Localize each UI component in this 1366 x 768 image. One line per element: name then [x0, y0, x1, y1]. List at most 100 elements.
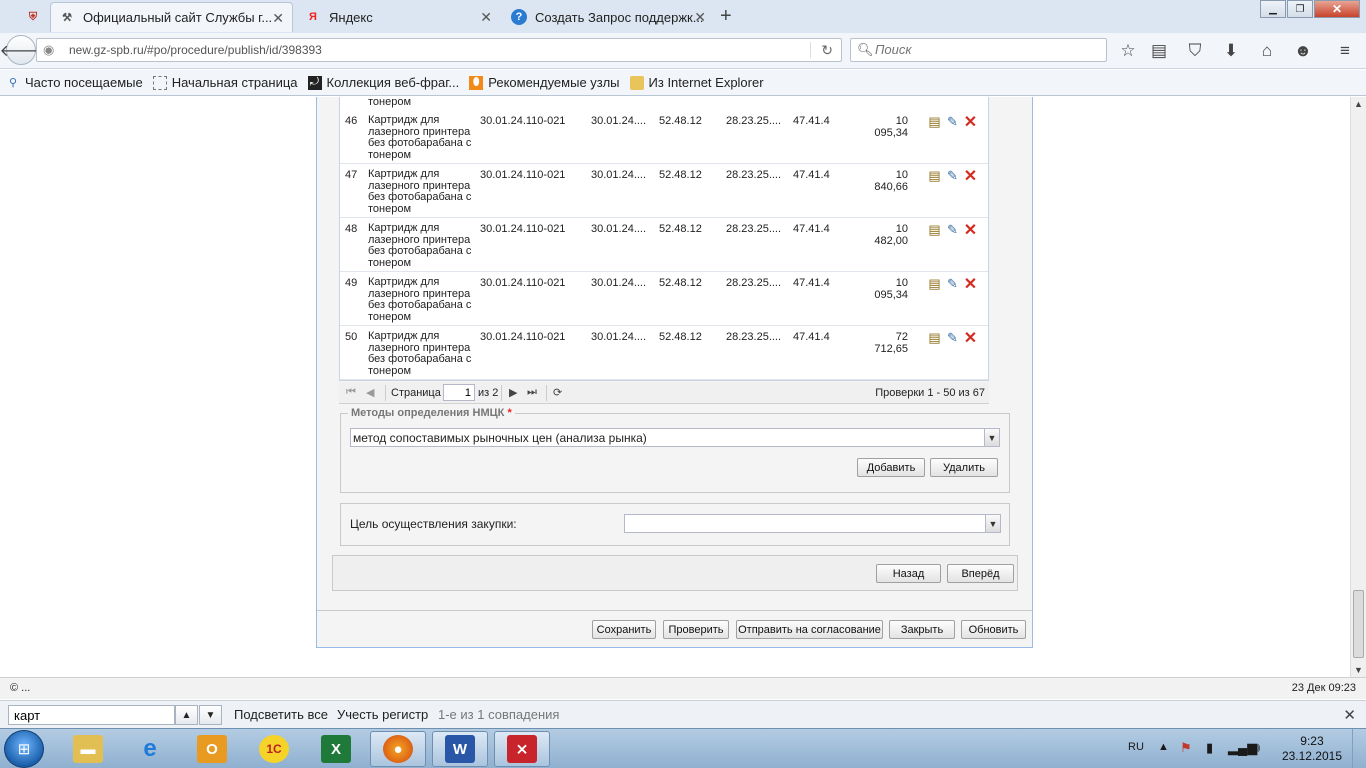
- close-find-icon[interactable]: ✕: [1343, 706, 1356, 724]
- download-icon[interactable]: ⬇: [1219, 39, 1243, 63]
- save-button[interactable]: Сохранить: [592, 620, 656, 639]
- add-method-button[interactable]: Добавить: [857, 458, 925, 477]
- minimize-icon[interactable]: ▁: [1260, 0, 1286, 18]
- next-step-button[interactable]: Вперёд: [947, 564, 1014, 583]
- close-tab-icon[interactable]: ✕: [694, 9, 706, 26]
- lots-grid: тонером 46 Картридж для лазерного принтер…: [339, 97, 989, 381]
- onec-app[interactable]: 1C: [246, 731, 302, 767]
- excel-app[interactable]: X: [308, 731, 364, 767]
- page-scrollbar[interactable]: ▲ ▼: [1350, 97, 1366, 677]
- match-case-toggle[interactable]: Учесть регистр: [337, 707, 428, 722]
- new-tab-button[interactable]: +: [720, 5, 732, 28]
- refresh-icon[interactable]: ⟳: [553, 386, 562, 399]
- close-tab-icon[interactable]: ✕: [480, 9, 492, 26]
- details-icon[interactable]: ▤: [926, 276, 943, 291]
- taskbar-clock[interactable]: 9:23 23.12.2015: [1282, 734, 1342, 764]
- maximize-icon[interactable]: ❐: [1287, 0, 1313, 18]
- firefox-app[interactable]: ●: [370, 731, 426, 767]
- edit-icon[interactable]: ✎: [944, 276, 961, 291]
- ie-app[interactable]: e: [122, 731, 178, 767]
- table-row[interactable]: 48 Картридж для лазерного принтера без фо…: [340, 218, 988, 272]
- edit-icon[interactable]: ✎: [944, 222, 961, 237]
- highlight-all-toggle[interactable]: Подсветить все: [234, 707, 328, 722]
- details-icon[interactable]: ▤: [926, 168, 943, 183]
- table-row[interactable]: 47 Картридж для лазерного принтера без фо…: [340, 164, 988, 218]
- delete-icon[interactable]: ✕: [962, 330, 979, 347]
- reload-icon[interactable]: ↻: [821, 42, 833, 59]
- refresh-button[interactable]: Обновить: [961, 620, 1026, 639]
- scroll-down-icon[interactable]: ▼: [1354, 665, 1363, 675]
- nmck-method-select[interactable]: метод сопоставимых рыночных цен (анализа…: [350, 428, 1000, 447]
- back-button[interactable]: 🡐: [0, 35, 42, 65]
- bookmark-ie-folder[interactable]: Из Internet Explorer: [629, 75, 764, 90]
- menu-icon[interactable]: ≡: [1333, 39, 1357, 63]
- okpd2-code: 30.01.24....: [591, 223, 647, 235]
- tab-support[interactable]: ? Создать Запрос поддержк... ✕: [503, 2, 714, 32]
- bookmark-web-slices[interactable]: ⤾ Коллекция веб-фраг...: [307, 75, 459, 90]
- scroll-up-icon[interactable]: ▲: [1354, 99, 1363, 109]
- tray-expand-icon[interactable]: ▲: [1158, 741, 1169, 753]
- tab-yandex[interactable]: Я Яндекс ✕: [297, 2, 500, 32]
- search-input[interactable]: [875, 42, 1095, 57]
- table-row[interactable]: 46 Картридж для лазерного принтера без фо…: [340, 110, 988, 164]
- star-icon[interactable]: ☆: [1116, 39, 1140, 63]
- tab-gz-spb[interactable]: ⚒ Официальный сайт Службы г... ✕: [50, 2, 293, 32]
- page-content: тонером 46 Картридж для лазерного принтер…: [0, 97, 1350, 677]
- delete-icon[interactable]: ✕: [962, 276, 979, 293]
- edit-icon[interactable]: ✎: [944, 330, 961, 345]
- scroll-thumb[interactable]: [1353, 590, 1364, 658]
- purpose-select[interactable]: ▼: [624, 514, 1001, 533]
- item-name: Картридж для лазерного принтера без фото…: [368, 114, 472, 161]
- details-icon[interactable]: ▤: [926, 222, 943, 237]
- find-previous-button[interactable]: ▲: [175, 705, 198, 725]
- details-icon[interactable]: ▤: [926, 330, 943, 345]
- chevron-down-icon[interactable]: ▼: [985, 515, 1000, 532]
- check-button[interactable]: Проверить: [663, 620, 729, 639]
- bookmark-most-visited[interactable]: ⚲ Часто посещаемые: [6, 75, 143, 90]
- prev-page-icon[interactable]: ◀: [366, 386, 374, 399]
- bookmark-suggested[interactable]: ⬮ Рекомендуемые узлы: [469, 75, 620, 90]
- search-box[interactable]: 🔍︎: [850, 38, 1107, 62]
- send-for-approval-button[interactable]: Отправить на согласование: [736, 620, 883, 639]
- yandex-icon: Я: [309, 11, 317, 23]
- edit-icon[interactable]: ✎: [944, 168, 961, 183]
- volume-icon[interactable]: 🔊︎: [1252, 740, 1260, 756]
- close-button[interactable]: Закрыть: [889, 620, 955, 639]
- battery-icon[interactable]: ▮: [1206, 740, 1213, 756]
- action-center-icon[interactable]: ⚑: [1180, 740, 1192, 756]
- chevron-down-icon[interactable]: ▼: [984, 429, 999, 446]
- folder-icon: ▬: [73, 735, 103, 763]
- first-page-icon[interactable]: ⏮: [346, 386, 356, 399]
- okved2-code: 47.41.4: [793, 169, 830, 181]
- delete-icon[interactable]: ✕: [962, 222, 979, 239]
- edit-icon[interactable]: ✎: [944, 114, 961, 129]
- show-desktop-button[interactable]: [1352, 729, 1366, 768]
- reading-list-icon[interactable]: ▤: [1147, 39, 1171, 63]
- delete-icon[interactable]: ✕: [962, 114, 979, 131]
- delete-icon[interactable]: ✕: [962, 168, 979, 185]
- pinned-tab[interactable]: ⛨: [18, 2, 48, 32]
- hello-icon[interactable]: ☻: [1291, 39, 1315, 63]
- pocket-icon[interactable]: ⛉: [1183, 39, 1207, 63]
- page-input[interactable]: [443, 384, 475, 401]
- close-tab-icon[interactable]: ✕: [272, 10, 284, 27]
- language-indicator[interactable]: RU: [1128, 741, 1144, 753]
- table-row[interactable]: 49 Картридж для лазерного принтера без фо…: [340, 272, 988, 326]
- last-page-icon[interactable]: ⏭: [527, 386, 537, 399]
- next-page-icon[interactable]: ▶: [509, 386, 517, 399]
- find-input[interactable]: [8, 705, 175, 725]
- address-bar[interactable]: ◉ new.gz-spb.ru/#po/procedure/publish/id…: [36, 38, 842, 62]
- start-button[interactable]: ⊞: [4, 730, 44, 768]
- find-next-button[interactable]: ▼: [199, 705, 222, 725]
- explorer-app[interactable]: ▬: [60, 731, 116, 767]
- bookmark-start-page[interactable]: Начальная страница: [152, 75, 298, 90]
- back-step-button[interactable]: Назад: [876, 564, 941, 583]
- details-icon[interactable]: ▤: [926, 114, 943, 129]
- home-icon[interactable]: ⌂: [1255, 39, 1279, 63]
- outlook-app[interactable]: O: [184, 731, 240, 767]
- table-row[interactable]: 50 Картридж для лазерного принтера без фо…: [340, 326, 988, 380]
- remove-method-button[interactable]: Удалить: [930, 458, 998, 477]
- close-window-icon[interactable]: ✕: [1314, 0, 1360, 18]
- word-app[interactable]: W: [432, 731, 488, 767]
- pdf-app[interactable]: ⨯: [494, 731, 550, 767]
